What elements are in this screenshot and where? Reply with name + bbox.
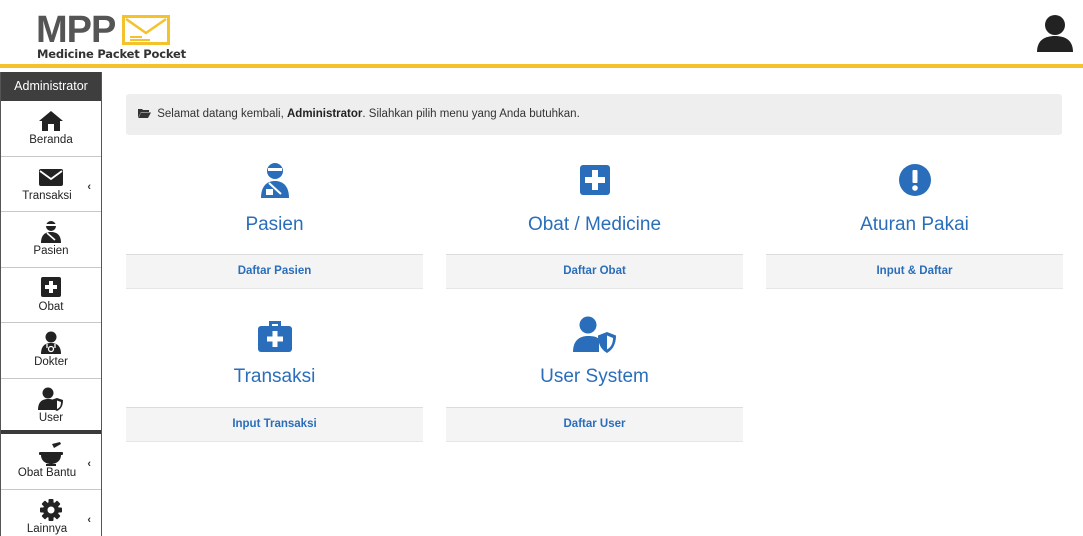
sidebar-item-obat[interactable]: Obat — [1, 267, 101, 323]
medical-plus-icon — [579, 165, 610, 195]
envelope-logo-icon — [122, 15, 170, 45]
daftar-user-button[interactable]: Daftar User — [446, 407, 743, 442]
exclamation-circle-icon — [898, 164, 931, 196]
sidebar-item-label: Lainnya — [26, 522, 68, 535]
tile-transaksi: Transaksi Input Transaksi — [126, 315, 423, 445]
tile-title: Pasien — [245, 214, 304, 235]
sidebar-item-label: User — [38, 411, 64, 424]
top-header: MPP Medicine Packet Pocket — [0, 0, 1083, 68]
welcome-banner: Selamat datang kembali, Administrator. S… — [126, 94, 1062, 135]
sidebar-item-label: Beranda — [29, 134, 73, 146]
sidebar-item-user[interactable]: User — [1, 378, 101, 434]
medkit-icon — [257, 321, 292, 352]
tile-aturan-pakai: Aturan Pakai Input & Daftar — [766, 160, 1063, 290]
logo-subtitle: Medicine Packet Pocket — [37, 47, 186, 61]
logo-text: MPP — [36, 9, 116, 51]
tile-pasien: Pasien Daftar Pasien — [126, 160, 423, 290]
main-content: Selamat datang kembali, Administrator. S… — [103, 72, 1083, 536]
patient-icon — [260, 163, 289, 198]
sidebar-item-label: Obat — [38, 300, 64, 313]
tile-obat: Obat / Medicine Daftar Obat — [446, 160, 743, 290]
user-menu-button[interactable] — [1036, 14, 1074, 54]
sidebar-item-dokter[interactable]: Dokter — [1, 323, 101, 379]
sidebar-item-label: Obat Bantu — [17, 467, 77, 479]
sidebar-item-pasien[interactable]: Pasien — [1, 212, 101, 268]
user-icon — [1037, 15, 1073, 52]
sidebar-item-label: Pasien — [33, 245, 69, 257]
app-logo[interactable]: MPP Medicine Packet Pocket — [36, 9, 186, 64]
user-shield-icon — [572, 316, 616, 353]
chevron-left-icon: ‹ — [87, 458, 91, 470]
daftar-obat-button[interactable]: Daftar Obat — [446, 254, 743, 289]
envelope-icon — [39, 168, 63, 186]
input-transaksi-button[interactable]: Input Transaksi — [126, 407, 423, 442]
sidebar-item-obat-bantu[interactable]: Obat Bantu ‹ — [1, 434, 101, 490]
tile-title: Transaksi — [233, 366, 316, 387]
welcome-user-name: Administrator — [286, 108, 363, 120]
tile-title: Obat / Medicine — [527, 214, 662, 235]
gear-icon — [40, 498, 62, 521]
sidebar-item-transaksi[interactable]: Transaksi ‹ — [1, 156, 101, 212]
app-window: MPP Medicine Packet Pocket Administrator… — [0, 0, 1083, 536]
sidebar-item-beranda[interactable]: Beranda — [1, 101, 101, 157]
welcome-prefix: Selamat datang kembali, — [157, 108, 284, 120]
daftar-pasien-button[interactable]: Daftar Pasien — [126, 254, 423, 289]
tile-title: Aturan Pakai — [860, 214, 969, 235]
chevron-left-icon: ‹ — [87, 513, 91, 526]
medical-plus-icon — [41, 276, 61, 297]
doctor-icon — [41, 331, 61, 354]
tile-title: User System — [540, 366, 649, 387]
patient-icon — [41, 221, 61, 243]
sidebar: Administrator Beranda Transaksi ‹ Pasien — [0, 72, 102, 536]
home-icon — [39, 111, 63, 131]
mortar-pestle-icon — [39, 442, 63, 466]
sidebar-item-label: Dokter — [34, 356, 68, 368]
user-shield-icon — [38, 387, 63, 411]
sidebar-item-label: Transaksi — [22, 189, 72, 202]
welcome-suffix: . Silahkan pilih menu yang Anda butuhkan… — [362, 108, 580, 120]
input-daftar-button[interactable]: Input & Daftar — [766, 254, 1063, 289]
chevron-left-icon: ‹ — [87, 180, 91, 193]
folder-open-icon — [138, 109, 151, 118]
sidebar-title: Administrator — [1, 72, 101, 101]
tile-user-system: User System Daftar User — [446, 315, 743, 445]
sidebar-item-lainnya[interactable]: Lainnya ‹ — [1, 489, 101, 536]
